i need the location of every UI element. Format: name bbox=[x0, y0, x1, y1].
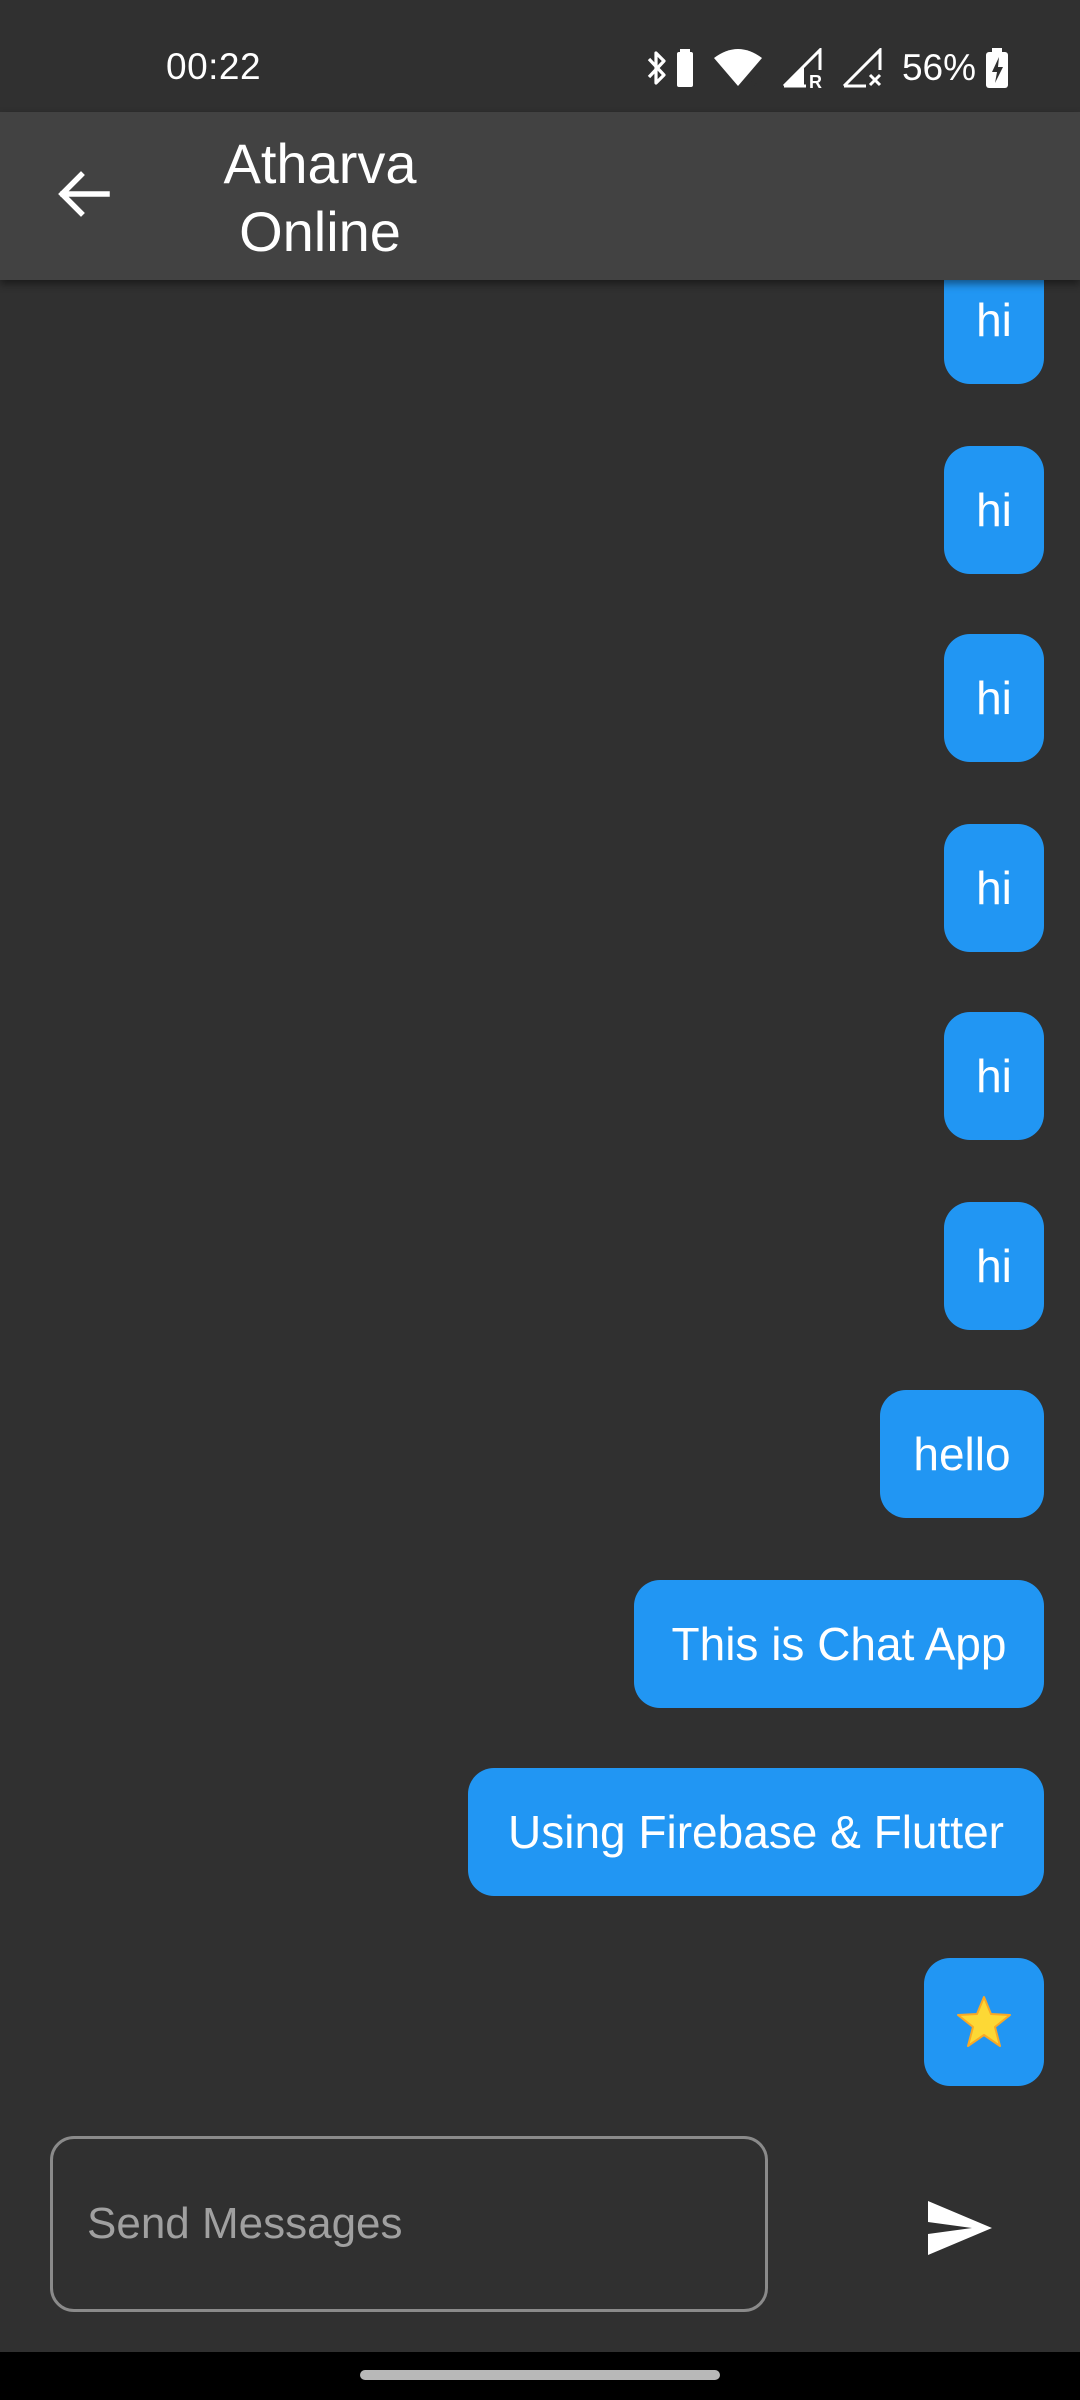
message-bubble[interactable]: hi bbox=[944, 824, 1044, 952]
message-bubble[interactable]: hi bbox=[944, 1012, 1044, 1140]
message-list[interactable]: hi hi hi hi hi hi hello This is Chat App… bbox=[0, 280, 1080, 2100]
back-button[interactable] bbox=[44, 156, 124, 236]
message-text: Using Firebase & Flutter bbox=[508, 1806, 1004, 1858]
battery-charging-icon bbox=[984, 48, 1010, 88]
arrow-left-icon bbox=[57, 170, 111, 223]
message-bubble[interactable]: hi bbox=[944, 446, 1044, 574]
navigation-bar bbox=[0, 2352, 1080, 2400]
message-bubble[interactable]: hello bbox=[880, 1390, 1044, 1518]
message-text: hi bbox=[976, 862, 1012, 914]
signal-no-service-icon bbox=[842, 48, 884, 88]
chat-screen: 00:22 R 56% Atharva Online hi hi hi hi h… bbox=[0, 0, 1080, 2400]
home-gesture-handle[interactable] bbox=[360, 2370, 720, 2380]
signal-roaming-icon: R bbox=[782, 48, 824, 88]
status-time: 00:22 bbox=[166, 46, 262, 87]
message-bubble[interactable]: hi bbox=[944, 1202, 1044, 1330]
send-button[interactable] bbox=[900, 2170, 1020, 2290]
message-text: hi bbox=[976, 1050, 1012, 1102]
battery-percent: 56% bbox=[901, 47, 976, 88]
message-text: hello bbox=[913, 1428, 1011, 1480]
svg-text:R: R bbox=[809, 72, 822, 88]
wifi-icon bbox=[712, 48, 764, 88]
message-bubble[interactable]: hi bbox=[944, 634, 1044, 762]
message-bubble[interactable]: This is Chat App bbox=[634, 1580, 1044, 1708]
send-icon bbox=[926, 2199, 994, 2262]
app-bar: Atharva Online bbox=[0, 112, 1080, 280]
message-bubble[interactable]: ⭐ bbox=[924, 1958, 1044, 2086]
chat-title: Atharva Online bbox=[223, 132, 417, 263]
battery-saver-icon bbox=[676, 49, 694, 87]
bluetooth-icon bbox=[646, 48, 668, 88]
star-emoji: ⭐ bbox=[956, 1995, 1012, 2049]
status-bar: 00:22 R 56% bbox=[0, 0, 1080, 112]
message-input[interactable] bbox=[50, 2136, 768, 2312]
message-bubble[interactable]: hi bbox=[944, 280, 1044, 384]
message-text: This is Chat App bbox=[671, 1618, 1007, 1670]
status-icons: R 56% bbox=[646, 44, 1010, 92]
message-text: hi bbox=[976, 484, 1012, 536]
message-text: hi bbox=[976, 294, 1012, 346]
composer bbox=[0, 2100, 1080, 2350]
message-text: hi bbox=[976, 672, 1012, 724]
message-text: hi bbox=[976, 1240, 1012, 1292]
message-bubble[interactable]: Using Firebase & Flutter bbox=[468, 1768, 1044, 1896]
